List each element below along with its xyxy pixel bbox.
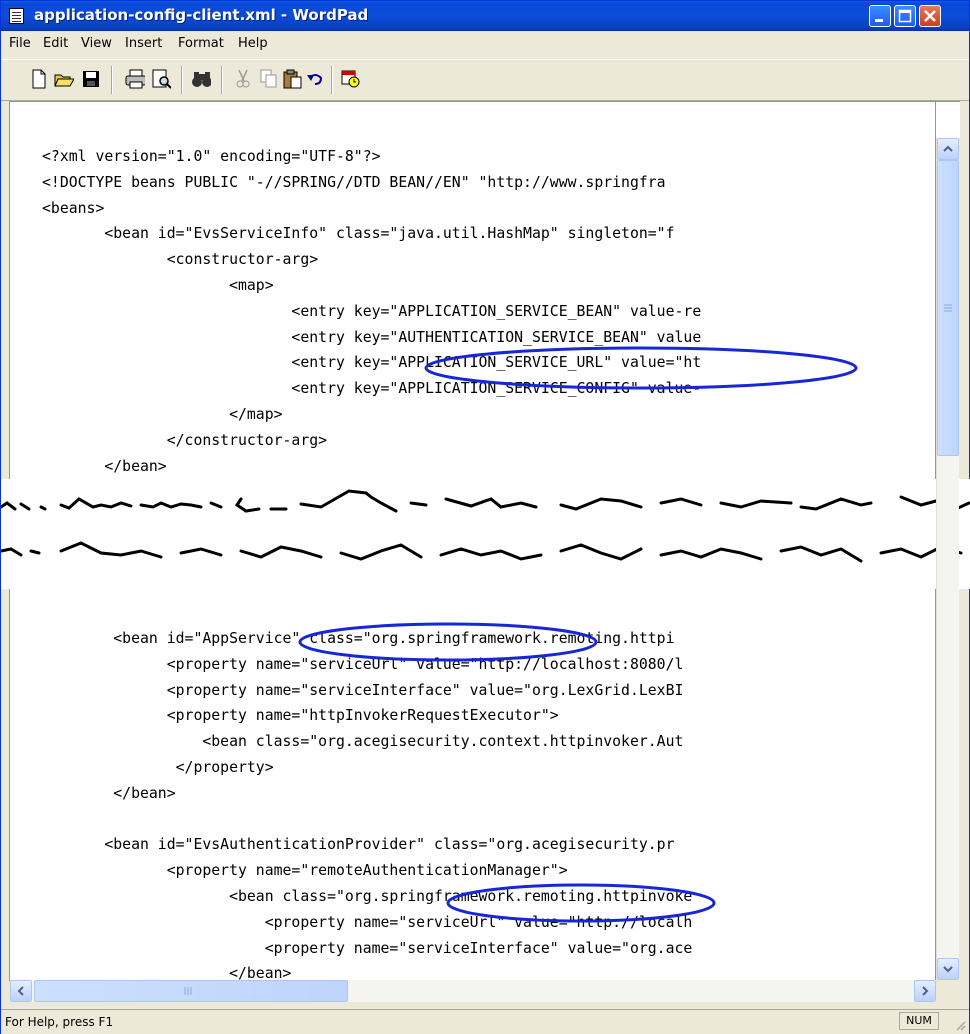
scroll-down-button[interactable] <box>937 958 959 980</box>
status-help-text: For Help, press F1 <box>5 1015 114 1029</box>
highlight-oval-application-service-url <box>424 346 858 390</box>
chevron-up-icon <box>943 145 953 152</box>
scroll-left-button[interactable] <box>10 980 32 1002</box>
scroll-up-button[interactable] <box>937 138 959 160</box>
chevron-right-icon <box>922 986 929 996</box>
highlight-oval-serviceurl-2 <box>446 883 716 923</box>
resize-grip-icon[interactable] <box>955 1020 967 1032</box>
annotation-overlay <box>298 346 858 923</box>
highlight-oval-serviceurl-1 <box>298 622 598 662</box>
horizontal-scrollbar[interactable] <box>10 980 936 1002</box>
status-bar: For Help, press F1 NUM <box>1 1009 969 1034</box>
num-lock-indicator: NUM <box>899 1012 939 1030</box>
chevron-left-icon <box>17 986 24 996</box>
horizontal-scroll-thumb[interactable] <box>34 980 348 1002</box>
scroll-right-button[interactable] <box>914 980 936 1002</box>
vertical-scrollbar[interactable] <box>936 138 959 980</box>
grip-icon <box>944 304 952 312</box>
wordpad-window: application-config-client.xml - WordPad … <box>0 0 970 1034</box>
grip-icon <box>184 987 192 995</box>
vertical-scroll-thumb[interactable] <box>937 160 959 456</box>
chevron-down-icon <box>943 966 953 973</box>
